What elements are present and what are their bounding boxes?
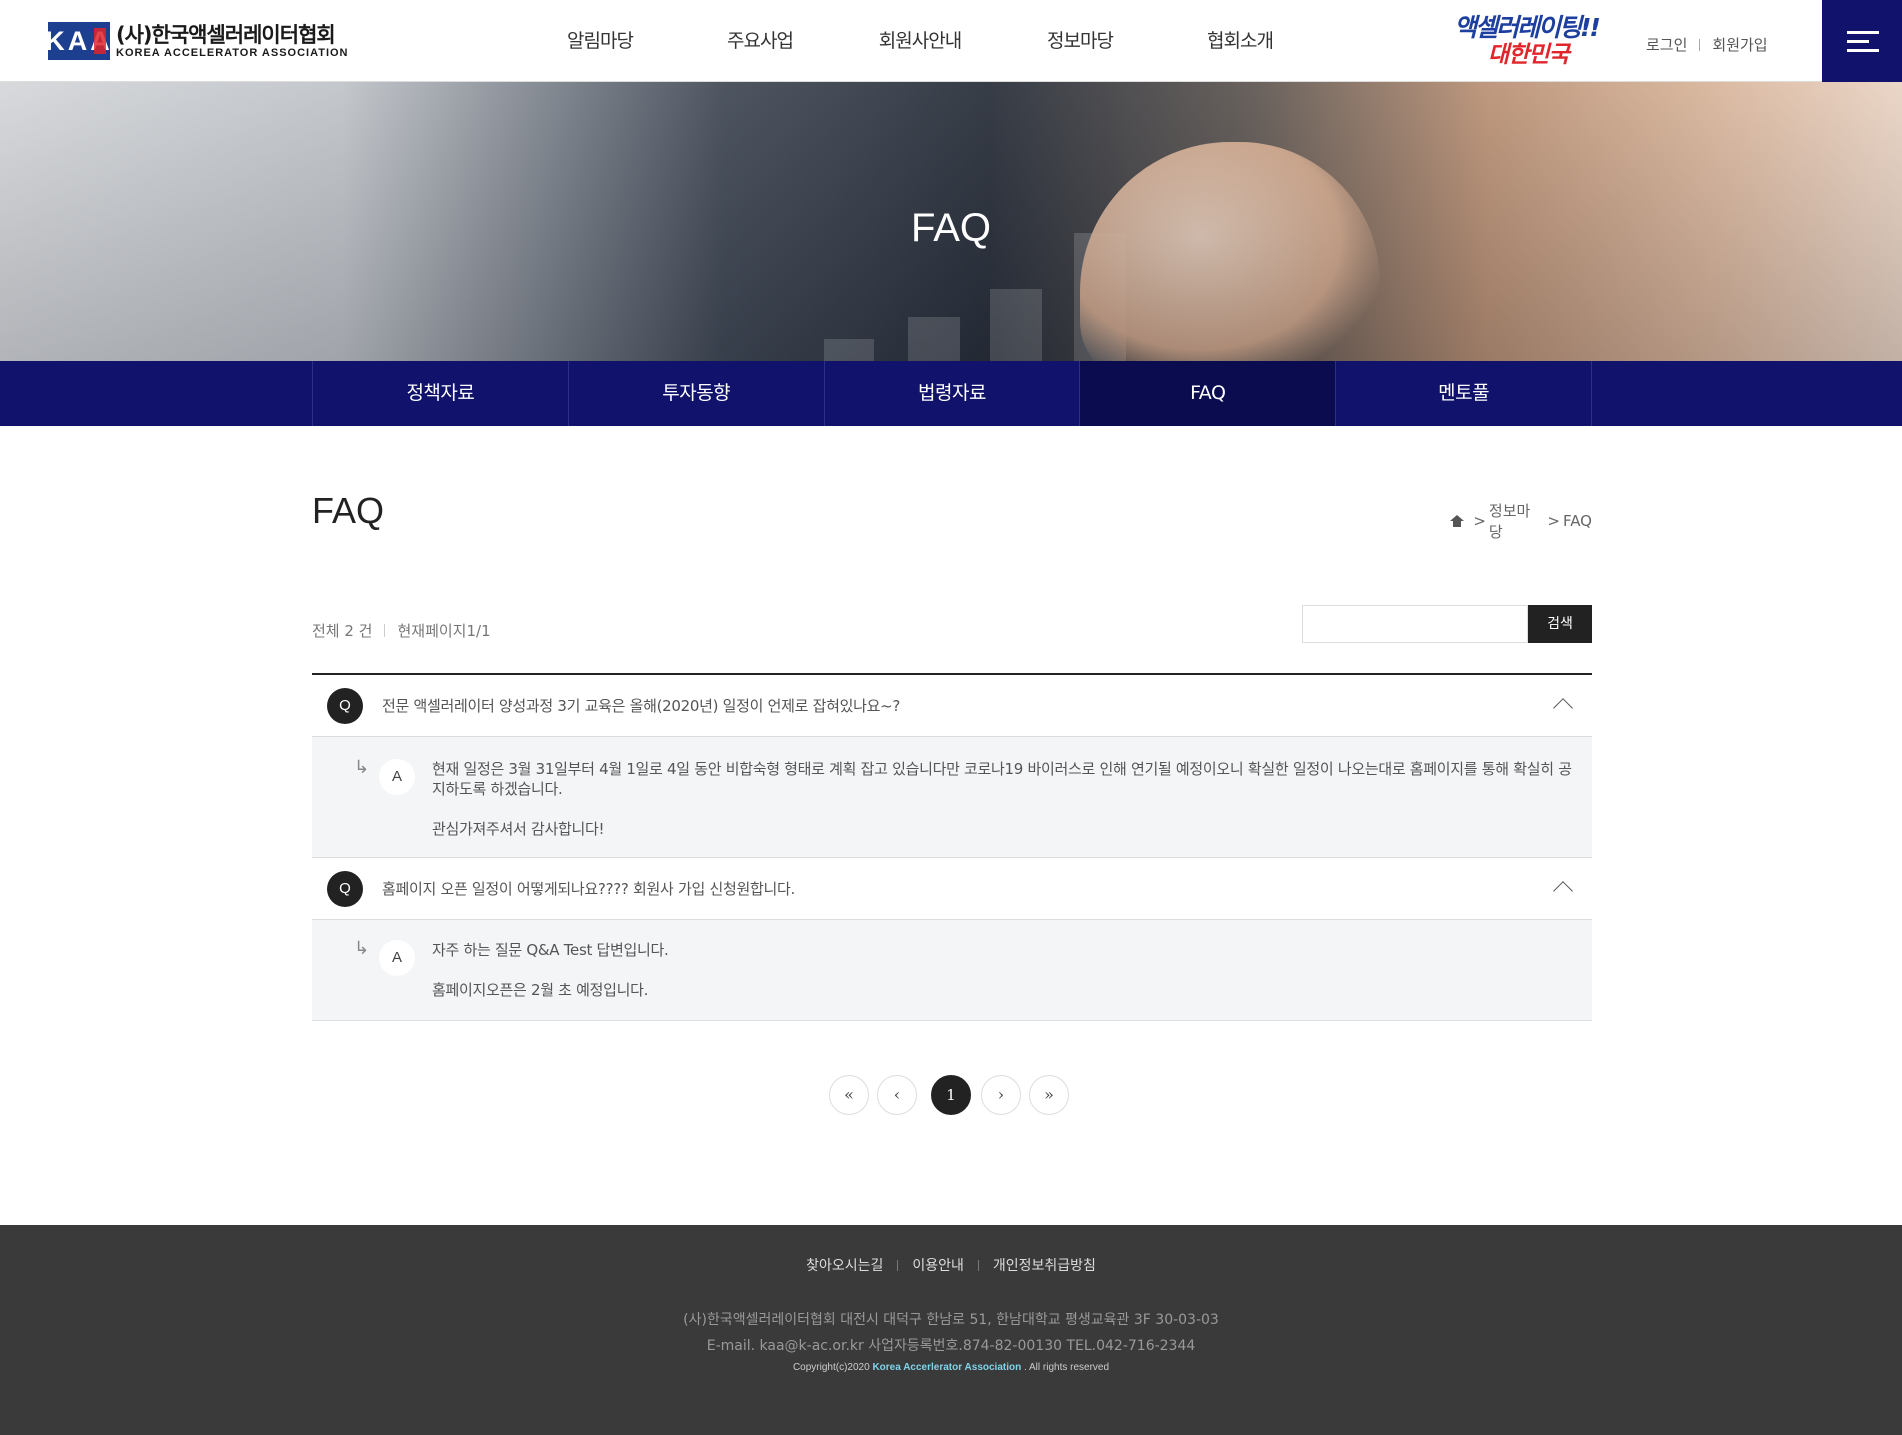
sub-navigation: 정책자료 투자동향 법령자료 FAQ 멘토풀 bbox=[0, 361, 1902, 426]
chevron-up-icon[interactable] bbox=[1553, 698, 1573, 718]
faq-answer-panel: ↳ A 현재 일정은 3월 31일부터 4월 1일로 4일 동안 비합숙형 형태… bbox=[312, 737, 1592, 858]
faq-question-text[interactable]: 전문 액셀러레이터 양성과정 3기 교육은 올해(2020년) 일정이 언제로 … bbox=[382, 675, 900, 737]
divider bbox=[1699, 38, 1701, 51]
tab-policy[interactable]: 정책자료 bbox=[313, 361, 569, 426]
tab-faq[interactable]: FAQ bbox=[1080, 361, 1337, 426]
nav-item-about[interactable]: 협회소개 bbox=[1160, 0, 1320, 82]
pagination: « ‹ 1 › » bbox=[829, 1075, 1077, 1115]
tab-law[interactable]: 법령자료 bbox=[825, 361, 1081, 426]
logo-mark: KAA bbox=[45, 22, 110, 60]
copyright-prefix: Copyright(c)2020 bbox=[792, 1362, 870, 1373]
page-number-current[interactable]: 1 bbox=[931, 1075, 971, 1115]
divider bbox=[977, 1259, 979, 1271]
next-page-button[interactable]: › bbox=[981, 1075, 1021, 1115]
nav-item-notice[interactable]: 알림마당 bbox=[520, 0, 680, 82]
breadcrumb-item[interactable]: 정보마당 bbox=[1489, 500, 1541, 542]
footer-link-privacy[interactable]: 개인정보취급방침 bbox=[993, 1255, 1096, 1275]
copyright-suffix: . All rights reserved bbox=[1024, 1362, 1110, 1373]
breadcrumb: > 정보마당 > FAQ bbox=[1450, 500, 1592, 542]
contact-line: E-mail. kaa@k-ac.or.kr 사업자등록번호.874-82-00… bbox=[706, 1338, 1196, 1354]
prev-page-button[interactable]: ‹ bbox=[877, 1075, 917, 1115]
site-logo[interactable]: KAA (사)한국액셀러레이터협회 KOREA ACCELERATOR ASSO… bbox=[45, 22, 349, 60]
breadcrumb-item-current: FAQ bbox=[1562, 512, 1592, 530]
nav-item-info[interactable]: 정보마당 bbox=[1000, 0, 1160, 82]
answer-paragraph: 현재 일정은 3월 31일부터 4월 1일로 4일 동안 비합숙형 형태로 계획… bbox=[432, 760, 1572, 798]
site-header: KAA (사)한국액셀러레이터협회 KOREA ACCELERATOR ASSO… bbox=[0, 0, 1902, 82]
nav-item-business[interactable]: 주요사업 bbox=[680, 0, 840, 82]
faq-question-row[interactable]: Q 홈페이지 오픈 일정이 어떻게되나요???? 회원사 가입 신청원합니다. bbox=[312, 858, 1592, 920]
logo-korean-name: (사)한국액셀러레이터협회 bbox=[116, 23, 336, 47]
first-page-button[interactable]: « bbox=[829, 1075, 869, 1115]
answer-paragraph: 자주 하는 질문 Q&A Test 답변입니다. bbox=[432, 941, 669, 959]
reply-arrow-icon: ↳ bbox=[354, 938, 370, 959]
faq-answer-panel: ↳ A 자주 하는 질문 Q&A Test 답변입니다. 홈페이지오픈은 2월 … bbox=[312, 920, 1592, 1021]
address-line: (사)한국액셀러레이터협회 대전시 대덕구 한남로 51, 한남대학교 평생교육… bbox=[683, 1312, 1219, 1328]
answer-badge: A bbox=[379, 940, 415, 976]
last-page-button[interactable]: » bbox=[1029, 1075, 1069, 1115]
faq-answer-text: 자주 하는 질문 Q&A Test 답변입니다. 홈페이지오픈은 2월 초 예정… bbox=[432, 940, 1572, 1000]
tab-mentor-pool[interactable]: 멘토풀 bbox=[1336, 361, 1592, 426]
utility-links: 로그인 회원가입 bbox=[1646, 34, 1768, 55]
faq-question-text[interactable]: 홈페이지 오픈 일정이 어떻게되나요???? 회원사 가입 신청원합니다. bbox=[382, 858, 795, 920]
slogan-line-1: 액셀러레이팅!! bbox=[1454, 13, 1601, 42]
copyright: Copyright(c)2020 Korea Accerlerator Asso… bbox=[0, 1362, 1902, 1373]
chevron-up-icon[interactable] bbox=[1553, 881, 1573, 901]
logo-text: (사)한국액셀러레이터협회 KOREA ACCELERATOR ASSOCIAT… bbox=[116, 23, 349, 59]
answer-badge: A bbox=[379, 759, 415, 795]
page-title: FAQ bbox=[312, 490, 385, 531]
faq-question-row[interactable]: Q 전문 액셀러레이터 양성과정 3기 교육은 올해(2020년) 일정이 언제… bbox=[312, 675, 1592, 737]
footer-link-directions[interactable]: 찾아오시는길 bbox=[806, 1255, 883, 1275]
answer-paragraph: 관심가져주셔서 감사합니다! bbox=[432, 820, 605, 838]
current-page-info: 현재페이지1/1 bbox=[397, 622, 491, 640]
copyright-org: Korea Accerlerator Association bbox=[872, 1362, 1022, 1373]
slogan-line-2: 대한민국 bbox=[1488, 42, 1570, 68]
divider bbox=[384, 624, 386, 637]
faq-answer-text: 현재 일정은 3월 31일부터 4월 1일로 4일 동안 비합숙형 형태로 계획… bbox=[432, 759, 1572, 839]
search-button[interactable]: 검색 bbox=[1528, 605, 1592, 643]
chevron-right-icon: > bbox=[1547, 512, 1560, 530]
search-input[interactable] bbox=[1302, 605, 1528, 643]
menu-button[interactable] bbox=[1822, 0, 1902, 82]
reply-arrow-icon: ↳ bbox=[354, 757, 370, 778]
footer-link-terms[interactable]: 이용안내 bbox=[912, 1255, 964, 1275]
footer-address: (사)한국액셀러레이터협회 대전시 대덕구 한남로 51, 한남대학교 평생교육… bbox=[0, 1307, 1902, 1359]
question-badge: Q bbox=[327, 871, 363, 907]
join-link[interactable]: 회원가입 bbox=[1712, 34, 1767, 55]
home-icon[interactable] bbox=[1450, 514, 1465, 528]
logo-english-name: KOREA ACCELERATOR ASSOCIATION bbox=[116, 47, 349, 59]
total-count: 전체 2 건 bbox=[312, 622, 373, 640]
hero-banner: FAQ bbox=[0, 82, 1902, 361]
sub-navigation-tabs: 정책자료 투자동향 법령자료 FAQ 멘토풀 bbox=[312, 361, 1592, 426]
site-footer: 찾아오시는길 이용안내 개인정보취급방침 (사)한국액셀러레이터협회 대전시 대… bbox=[0, 1225, 1902, 1435]
footer-links: 찾아오시는길 이용안내 개인정보취급방침 bbox=[0, 1255, 1902, 1275]
slogan-banner: 액셀러레이팅!! 대한민국 bbox=[1454, 14, 1604, 72]
question-badge: Q bbox=[327, 688, 363, 724]
tab-investment[interactable]: 투자동향 bbox=[569, 361, 825, 426]
hero-title: FAQ bbox=[910, 206, 992, 250]
faq-list: Q 전문 액셀러레이터 양성과정 3기 교육은 올해(2020년) 일정이 언제… bbox=[312, 673, 1592, 1021]
main-navigation: 알림마당 주요사업 회원사안내 정보마당 협회소개 bbox=[520, 0, 1320, 82]
nav-item-members[interactable]: 회원사안내 bbox=[840, 0, 1000, 82]
login-link[interactable]: 로그인 bbox=[1646, 34, 1687, 55]
answer-paragraph: 홈페이지오픈은 2월 초 예정입니다. bbox=[432, 981, 649, 999]
chevron-right-icon: > bbox=[1473, 512, 1486, 530]
board-count: 전체 2 건 현재페이지1/1 bbox=[312, 620, 491, 641]
divider bbox=[897, 1259, 899, 1271]
